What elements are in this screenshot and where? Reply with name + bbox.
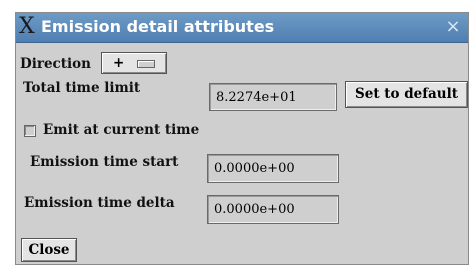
emission-time-delta-field[interactable]: 0.0000e+00	[207, 195, 339, 224]
title-bar[interactable]: X Emission detail attributes ×	[16, 13, 468, 43]
close-button[interactable]: Close	[21, 238, 77, 262]
emit-at-current-time-checkbox[interactable]	[24, 125, 36, 137]
emission-time-delta-label: Emission time delta	[24, 195, 175, 211]
direction-label: Direction	[20, 56, 91, 72]
direction-option-menu[interactable]: +	[101, 52, 167, 74]
window-title: Emission detail attributes	[41, 17, 275, 36]
set-to-default-button[interactable]: Set to default	[345, 81, 468, 108]
emit-at-current-time-label: Emit at current time	[43, 122, 200, 138]
window-close-icon[interactable]: ×	[442, 15, 464, 39]
direction-value: +	[112, 55, 125, 71]
x-logo-icon: X	[19, 14, 35, 39]
emission-time-start-label: Emission time start	[30, 154, 179, 170]
total-time-limit-label: Total time limit	[23, 80, 141, 96]
emission-detail-window: X Emission detail attributes × Direction…	[15, 12, 469, 265]
emission-time-start-field[interactable]: 0.0000e+00	[207, 154, 339, 183]
option-menu-indicator-icon	[137, 59, 155, 68]
total-time-limit-field[interactable]: 8.2274e+01	[209, 83, 337, 111]
